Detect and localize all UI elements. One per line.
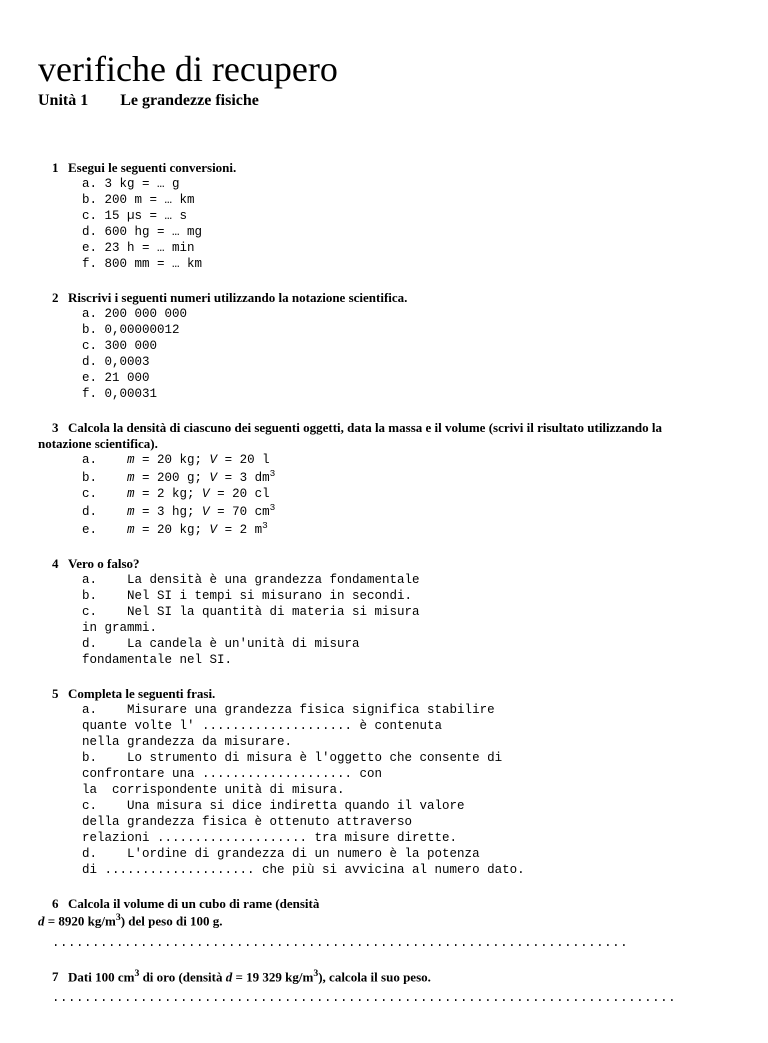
answer-line: ........................................… — [52, 991, 730, 1005]
question-prompt: Completa le seguenti frasi. — [68, 686, 215, 702]
page-title: verifiche di recupero — [38, 48, 730, 90]
question-prompt: Dati 100 cm3 di oro (densità d = 19 329 … — [68, 968, 431, 985]
question-body: a. La densità è una grandezza fondamenta… — [82, 572, 512, 668]
question-number: 1 — [38, 160, 68, 176]
question-prompt-line2: notazione scientifica). — [38, 436, 730, 452]
question-2: 2 Riscrivi i seguenti numeri utilizzando… — [38, 290, 730, 402]
question-number: 2 — [38, 290, 68, 306]
question-number: 5 — [38, 686, 68, 702]
question-number: 7 — [38, 969, 68, 985]
question-body: a. Misurare una grandezza fisica signifi… — [82, 702, 722, 878]
question-1: 1 Esegui le seguenti conversioni. a. 3 k… — [38, 160, 730, 272]
question-5: 5 Completa le seguenti frasi. a. Misurar… — [38, 686, 730, 878]
question-number: 3 — [38, 420, 68, 436]
subtitle: Unità 1 Le grandezze fisiche — [38, 92, 730, 110]
question-prompt: Riscrivi i seguenti numeri utilizzando l… — [68, 290, 407, 306]
question-prompt: Calcola il volume di un cubo di rame (de… — [68, 896, 319, 912]
question-body: a. m = 20 kg; V = 20 l b. m = 200 g; V =… — [82, 452, 512, 538]
question-prompt-line2: d = 8920 kg/m3) del peso di 100 g. — [38, 912, 730, 929]
question-prompt: Esegui le seguenti conversioni. — [68, 160, 236, 176]
question-prompt-line1: Calcola la densità di ciascuno dei segue… — [68, 420, 662, 436]
question-body: a. 200 000 000 b. 0,00000012 c. 300 000 … — [82, 306, 512, 402]
unit-title: Le grandezze fisiche — [120, 92, 259, 109]
question-number: 6 — [38, 896, 68, 912]
question-prompt: Vero o falso? — [68, 556, 140, 572]
unit-label: Unità 1 — [38, 92, 88, 109]
question-6: 6 Calcola il volume di un cubo di rame (… — [38, 896, 730, 949]
answer-line: ........................................… — [52, 936, 730, 950]
question-body: a. 3 kg = … g b. 200 m = … km c. 15 µs =… — [82, 176, 512, 272]
question-4: 4 Vero o falso? a. La densità è una gran… — [38, 556, 730, 668]
question-7: 7 Dati 100 cm3 di oro (densità d = 19 32… — [38, 968, 730, 1005]
question-3: 3 Calcola la densità di ciascuno dei seg… — [38, 420, 730, 538]
question-number: 4 — [38, 556, 68, 572]
